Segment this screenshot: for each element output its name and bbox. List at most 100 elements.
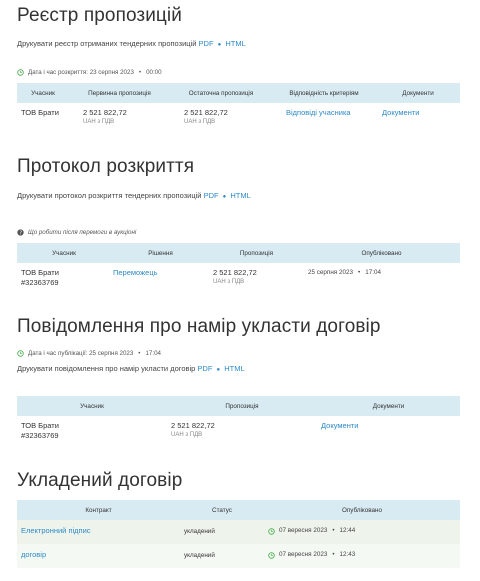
table-row: ТОВ Брати #32363769 2 521 822,72 UAH з П… xyxy=(17,416,460,445)
intent-title: Повідомлення про намір укласти договір xyxy=(17,316,381,337)
registry-table: Учасник Первинна пропозиція Остаточна пр… xyxy=(17,83,460,130)
table-row: ТОВ Брати 2 521 822,72 UAH з ПДВ 2 521 8… xyxy=(17,103,460,130)
col-criteria: Відповідність критеріям xyxy=(272,83,376,103)
protocol-html-link[interactable]: HTML xyxy=(230,191,250,200)
help-line[interactable]: ? Що робити після перемоги в аукціоні xyxy=(17,229,136,236)
published-date: 07 вересня 2023 xyxy=(279,527,328,534)
offer-amount: 2 521 822,72 xyxy=(171,421,215,430)
col-published: Опубліковано xyxy=(303,243,460,263)
offer-currency: UAH з ПДВ xyxy=(171,432,203,438)
protocol-title: Протокол розкриття xyxy=(17,156,195,177)
documents-link[interactable]: Документи xyxy=(321,421,358,430)
participant: ТОВ Брати #32363769 xyxy=(17,263,111,292)
intent-pub-meta: Дата і час публікації: 25 серпня 2023 • … xyxy=(17,350,161,357)
protocol-pdf-link[interactable]: PDF xyxy=(204,191,219,200)
participant: ТОВ Брати #32363769 xyxy=(17,416,167,445)
contract-table: Контракт Статус Опубліковано Електронний… xyxy=(17,500,460,568)
help-text: Що робити після перемоги в аукціоні xyxy=(28,229,137,236)
help-icon: ? xyxy=(17,229,24,236)
offer-amount: 2 521 822,72 xyxy=(213,268,257,277)
intent-pdf-link[interactable]: PDF xyxy=(197,364,212,373)
col-published: Опубліковано xyxy=(264,500,460,520)
protocol-header-row: Учасник Рішення Пропозиція Опубліковано xyxy=(17,243,460,263)
published-date: 07 вересня 2023 xyxy=(279,551,328,558)
col-documents: Документи xyxy=(317,396,460,416)
final-offer: 2 521 822,72 UAH з ПДВ xyxy=(170,103,272,130)
table-row: договір укладений 07 вересня 2023 • 12:4… xyxy=(17,544,460,568)
col-initial-offer: Первинна пропозиція xyxy=(69,83,170,103)
offer: 2 521 822,72 UAH з ПДВ xyxy=(167,416,317,445)
registry-print-text: Друкувати реєстр отриманих тендерних про… xyxy=(17,39,197,48)
col-participant: Учасник xyxy=(17,396,167,416)
decision-link[interactable]: Переможець xyxy=(113,268,158,277)
col-participant: Учасник xyxy=(17,83,69,103)
protocol-table: Учасник Рішення Пропозиція Опубліковано … xyxy=(17,243,460,292)
participant-answers-link[interactable]: Відповіді учасника xyxy=(286,108,351,117)
intent-pub-label: Дата і час публікації: 25 серпня 2023 xyxy=(28,350,134,357)
registry-opened-time: 00:00 xyxy=(146,69,162,76)
separator-dot: • xyxy=(138,350,141,357)
col-documents: Документи xyxy=(376,83,460,103)
clock-icon xyxy=(268,551,275,559)
participant-name: ТОВ Брати xyxy=(21,421,59,430)
clock-icon xyxy=(17,350,24,357)
participant-name: ТОВ Брати xyxy=(21,108,59,117)
separator-dot: • xyxy=(138,69,142,76)
participant-name: ТОВ Брати xyxy=(21,268,59,277)
separator-dot: ● xyxy=(222,194,227,200)
svg-text:?: ? xyxy=(19,230,22,236)
registry-opened-label: Дата і час розкриття: 23 серпня 2023 xyxy=(28,69,134,76)
contract-status: укладений xyxy=(180,520,264,544)
contract-header-row: Контракт Статус Опубліковано xyxy=(17,500,460,520)
initial-offer-amount: 2 521 822,72 xyxy=(83,108,127,117)
registry-pdf-link[interactable]: PDF xyxy=(199,39,214,48)
participant-id: #32363769 xyxy=(21,278,59,287)
registry-html-link[interactable]: HTML xyxy=(225,39,245,48)
intent-pub-time: 17:04 xyxy=(145,350,161,357)
table-row: ТОВ Брати #32363769 Переможець 2 521 822… xyxy=(17,263,460,292)
col-offer: Пропозиція xyxy=(167,396,317,416)
final-offer-amount: 2 521 822,72 xyxy=(184,108,228,117)
offer: 2 521 822,72 UAH з ПДВ xyxy=(210,263,303,292)
separator-dot: ● xyxy=(217,42,222,48)
separator-dot: • xyxy=(357,269,361,276)
col-participant: Учасник xyxy=(17,243,111,263)
documents-link[interactable]: Документи xyxy=(382,108,419,117)
participant-id: #32363769 xyxy=(21,431,59,440)
initial-offer-currency: UAH з ПДВ xyxy=(83,119,115,125)
protocol-print-text: Друкувати протокол розкриття тендерних п… xyxy=(17,191,202,200)
final-offer-currency: UAH з ПДВ xyxy=(184,119,216,125)
col-final-offer: Остаточна пропозиція xyxy=(170,83,272,103)
col-decision: Рішення xyxy=(111,243,210,263)
intent-print-text: Друкувати повідомлення про намір укласти… xyxy=(17,364,196,373)
published-time: 12:44 xyxy=(339,527,356,534)
contract-title: Укладений договір xyxy=(17,470,183,491)
contract-link[interactable]: договір xyxy=(21,550,46,559)
intent-print-line: Друкувати повідомлення про намір укласти… xyxy=(17,364,245,373)
separator-dot: • xyxy=(332,527,335,534)
initial-offer: 2 521 822,72 UAH з ПДВ xyxy=(69,103,170,130)
clock-icon xyxy=(268,527,275,535)
separator-dot: • xyxy=(332,551,335,558)
contract-status: укладений xyxy=(180,544,264,568)
registry-print-line: Друкувати реєстр отриманих тендерних про… xyxy=(17,39,246,48)
published-datetime: 25 серпня 2023 • 17:04 xyxy=(308,268,456,278)
offer-currency: UAH з ПДВ xyxy=(213,279,245,285)
registry-title: Реєстр пропозицій xyxy=(17,5,182,26)
published-time: 12:43 xyxy=(339,551,356,558)
col-contract: Контракт xyxy=(17,500,180,520)
table-row: Електронний підпис укладений 07 вересня … xyxy=(17,520,460,544)
published-datetime: 07 вересня 2023 • 12:44 xyxy=(268,526,456,536)
col-status: Статус xyxy=(180,500,264,520)
registry-header-row: Учасник Первинна пропозиція Остаточна пр… xyxy=(17,83,460,103)
published-date: 25 серпня 2023 xyxy=(308,269,353,276)
protocol-print-line: Друкувати протокол розкриття тендерних п… xyxy=(17,191,251,200)
intent-header-row: Учасник Пропозиція Документи xyxy=(17,396,460,416)
contract-link[interactable]: Електронний підпис xyxy=(21,526,91,535)
registry-opened-meta: Дата і час розкриття: 23 серпня 2023 • 0… xyxy=(17,69,162,76)
separator-dot: ● xyxy=(216,367,221,373)
published-datetime: 07 вересня 2023 • 12:43 xyxy=(268,550,456,560)
col-offer: Пропозиція xyxy=(210,243,303,263)
intent-html-link[interactable]: HTML xyxy=(224,364,244,373)
intent-table: Учасник Пропозиція Документи ТОВ Брати #… xyxy=(17,396,460,445)
